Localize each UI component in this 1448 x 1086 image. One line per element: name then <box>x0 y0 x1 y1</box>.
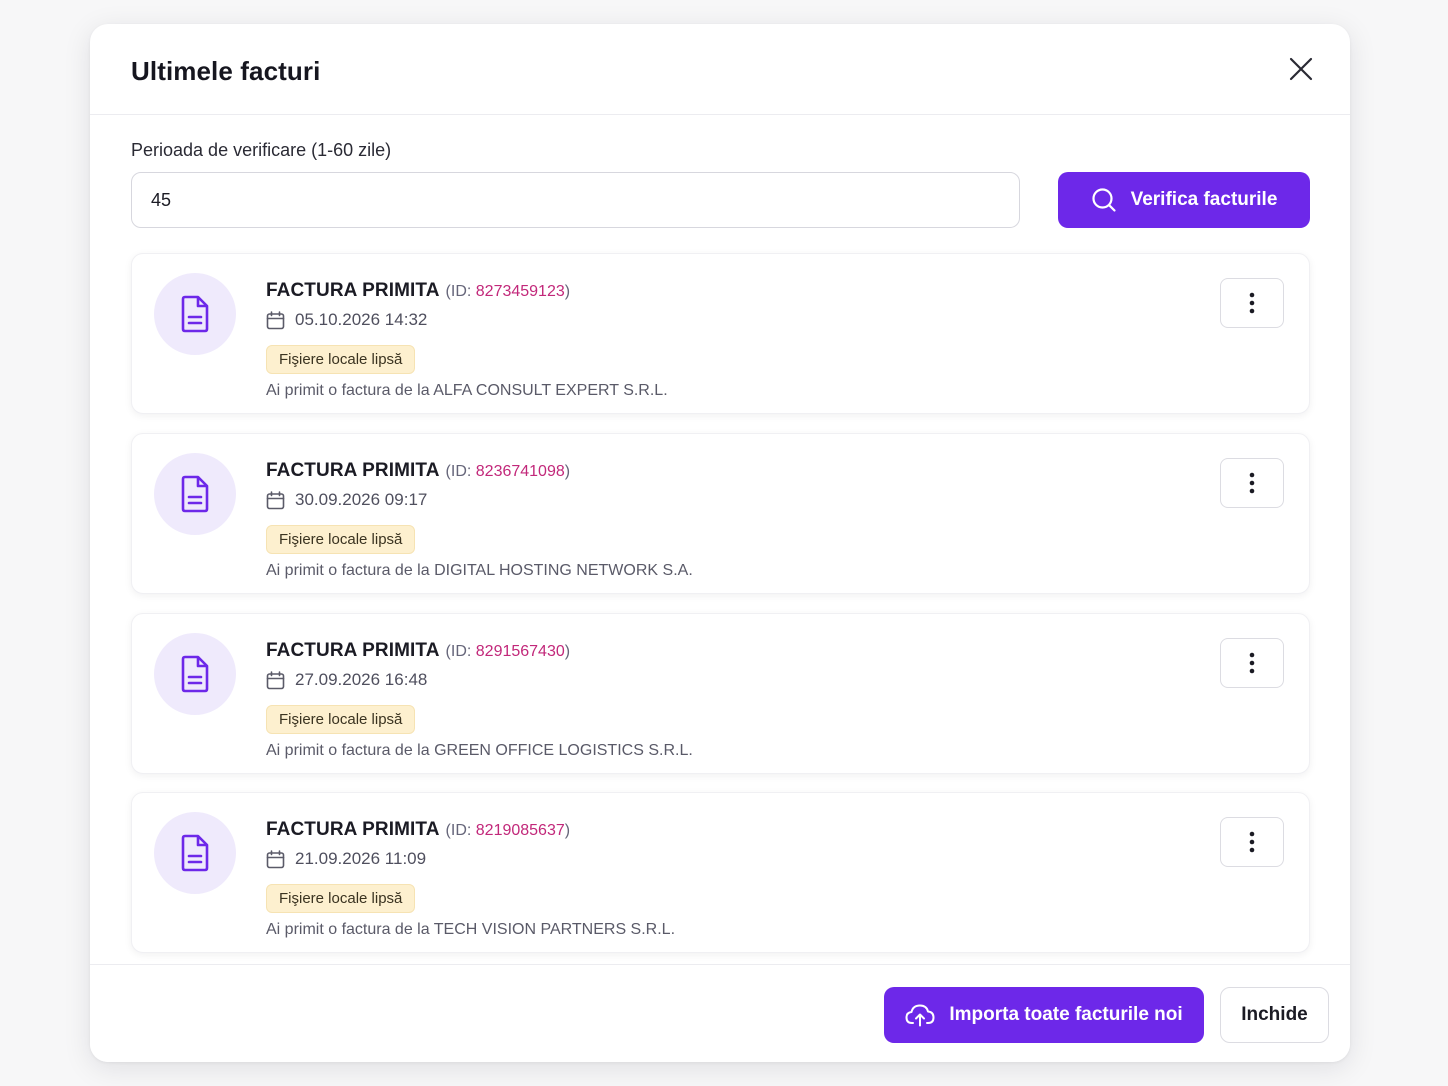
invoice-card: FACTURA PRIMITA (ID: 8219085637) 21.09.20… <box>131 792 1310 953</box>
invoice-kind: FACTURA PRIMITA <box>266 819 440 840</box>
import-all-button[interactable]: Importa toate facturile noi <box>884 987 1204 1043</box>
invoice-date: 30.09.2026 09:17 <box>266 490 427 510</box>
invoice-date: 27.09.2026 16:48 <box>266 670 427 690</box>
more-vertical-icon <box>1249 831 1255 853</box>
invoices-modal: Ultimele facturi Perioada de verificare … <box>90 24 1350 1062</box>
status-badge: Fişiere locale lipsă <box>266 525 416 554</box>
modal-title: Ultimele facturi <box>131 56 321 86</box>
invoice-description: Ai primit o factura de la DIGITAL HOSTIN… <box>266 562 693 579</box>
more-vertical-icon <box>1249 472 1255 494</box>
more-options-button[interactable] <box>1220 638 1284 688</box>
invoice-kind: FACTURA PRIMITA <box>266 280 440 301</box>
calendar-icon <box>266 490 285 510</box>
more-vertical-icon <box>1249 292 1255 314</box>
invoice-title: FACTURA PRIMITA (ID: 8273459123) <box>266 280 570 302</box>
modal-footer: Importa toate facturile noi Inchide <box>90 964 1350 1062</box>
invoice-kind: FACTURA PRIMITA <box>266 460 440 481</box>
invoice-date: 21.09.2026 11:09 <box>266 849 426 869</box>
import-button-label: Importa toate facturile noi <box>949 1004 1183 1025</box>
document-icon <box>154 812 236 894</box>
status-badge: Fişiere locale lipsă <box>266 705 416 734</box>
modal-header: Ultimele facturi <box>90 24 1350 115</box>
invoice-card: FACTURA PRIMITA (ID: 8291567430) 27.09.20… <box>131 613 1310 774</box>
close-icon[interactable] <box>1288 56 1314 82</box>
invoice-description: Ai primit o factura de la ALFA CONSULT E… <box>266 382 668 399</box>
status-badge: Fişiere locale lipsă <box>266 345 416 374</box>
status-badge: Fişiere locale lipsă <box>266 884 416 913</box>
invoice-description: Ai primit o factura de la GREEN OFFICE L… <box>266 742 693 759</box>
calendar-icon <box>266 670 285 690</box>
document-icon <box>154 273 236 355</box>
invoice-id: (ID: 8273459123) <box>445 283 571 300</box>
search-icon <box>1091 187 1117 213</box>
verify-invoices-button[interactable]: Verifica facturile <box>1058 172 1310 228</box>
invoice-title: FACTURA PRIMITA (ID: 8291567430) <box>266 640 570 662</box>
more-options-button[interactable] <box>1220 458 1284 508</box>
period-label: Perioada de verificare (1-60 zile) <box>131 140 392 160</box>
invoice-id: (ID: 8236741098) <box>445 463 571 480</box>
invoice-card: FACTURA PRIMITA (ID: 8236741098) 30.09.20… <box>131 433 1310 594</box>
invoice-date: 05.10.2026 14:32 <box>266 310 427 330</box>
cloud-upload-icon <box>905 1003 935 1027</box>
invoice-kind: FACTURA PRIMITA <box>266 640 440 661</box>
calendar-icon <box>266 310 285 330</box>
more-options-button[interactable] <box>1220 278 1284 328</box>
document-icon <box>154 453 236 535</box>
more-vertical-icon <box>1249 652 1255 674</box>
invoice-title: FACTURA PRIMITA (ID: 8219085637) <box>266 819 570 841</box>
invoice-title: FACTURA PRIMITA (ID: 8236741098) <box>266 460 570 482</box>
period-input[interactable] <box>131 172 1020 228</box>
document-icon <box>154 633 236 715</box>
invoice-id: (ID: 8219085637) <box>445 822 571 839</box>
invoice-card: FACTURA PRIMITA (ID: 8273459123) 05.10.20… <box>131 253 1310 414</box>
invoice-id: (ID: 8291567430) <box>445 643 571 660</box>
close-button[interactable]: Inchide <box>1220 987 1329 1043</box>
calendar-icon <box>266 849 285 869</box>
verify-button-label: Verifica facturile <box>1130 189 1278 210</box>
more-options-button[interactable] <box>1220 817 1284 867</box>
invoice-description: Ai primit o factura de la TECH VISION PA… <box>266 921 676 938</box>
